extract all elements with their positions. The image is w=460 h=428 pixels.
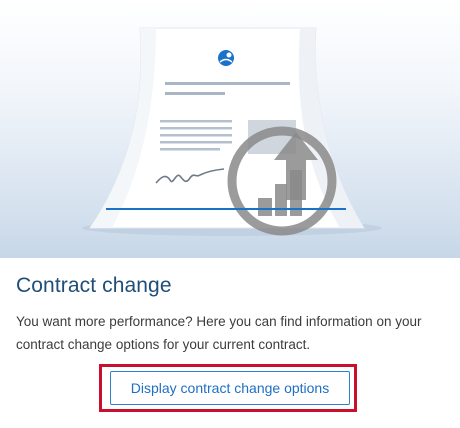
contract-change-card: Contract change You want more performanc… — [0, 0, 460, 428]
document-icon — [82, 27, 382, 236]
hero-illustration — [0, 0, 460, 258]
card-description: You want more performance? Here you can … — [16, 314, 422, 352]
display-contract-change-options-button[interactable]: Display contract change options — [110, 371, 350, 405]
logo-icon — [218, 50, 234, 66]
card-title: Contract change — [16, 274, 172, 297]
